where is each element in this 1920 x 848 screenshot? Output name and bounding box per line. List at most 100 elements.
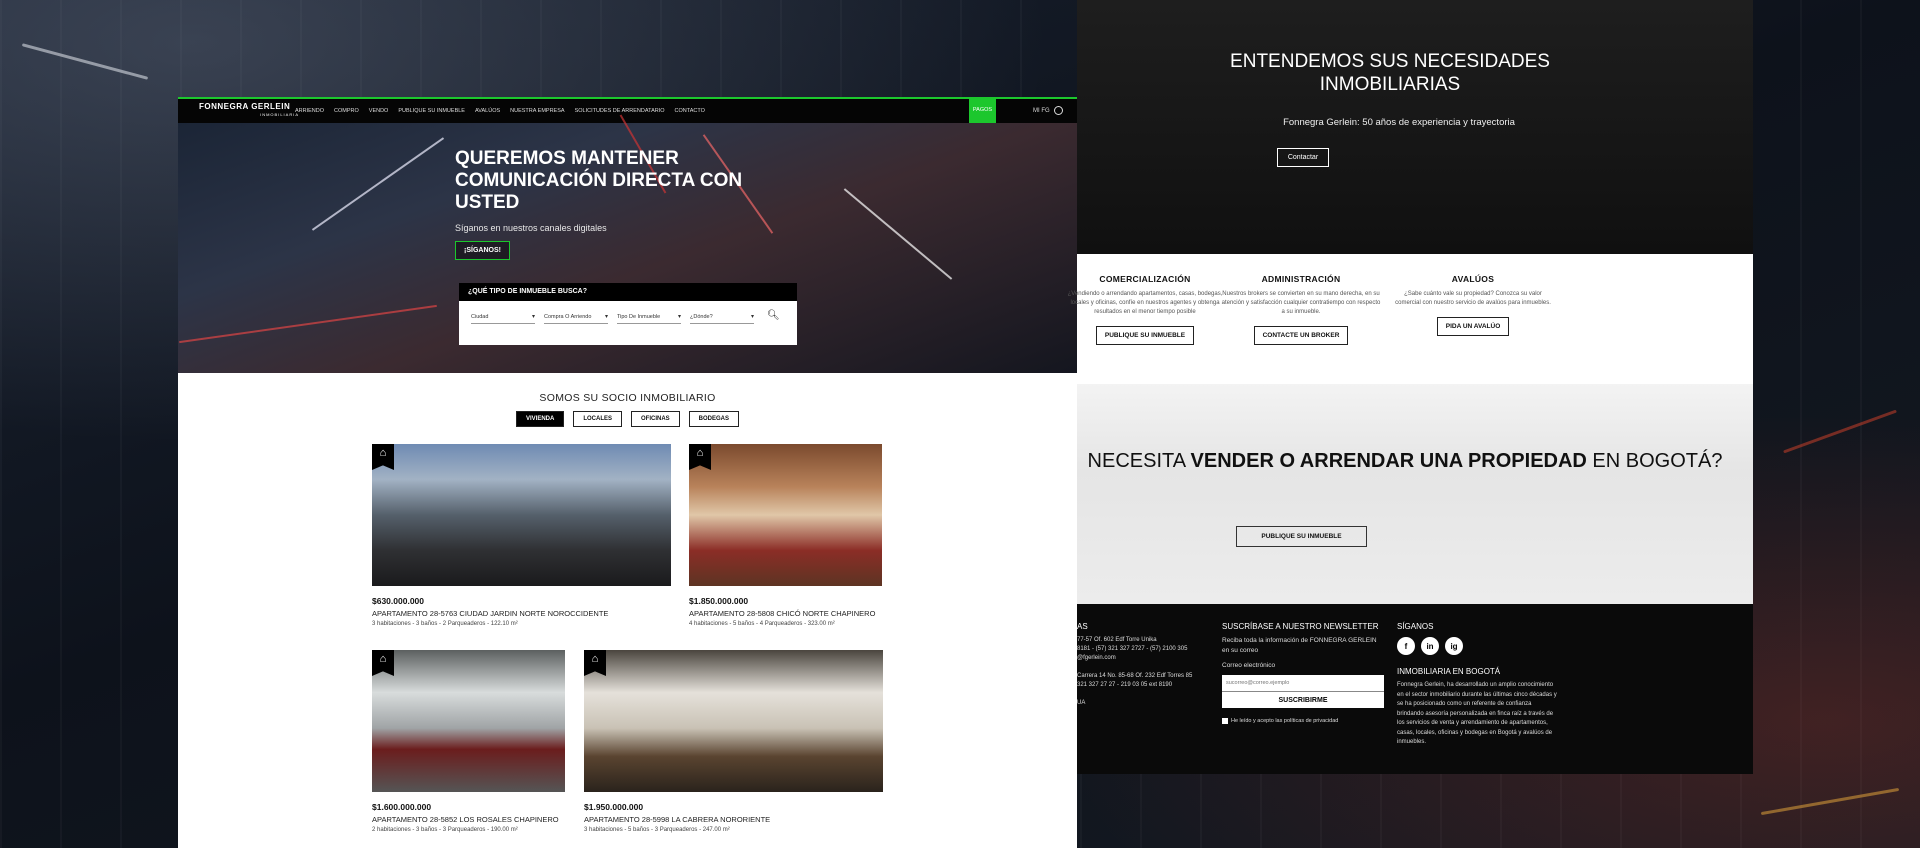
chevron-down-icon: ▾ — [531, 314, 535, 320]
listing-title[interactable]: APARTAMENTO 28-5808 CHICÓ NORTE CHAPINER… — [689, 609, 882, 618]
search-select[interactable]: ¿Dónde? ▾ — [690, 310, 754, 324]
contact-line: 321 327 27 27 - 219 03 05 ext 8190 — [1077, 682, 1173, 688]
listing-title[interactable]: APARTAMENTO 28-5763 CIUDAD JARDIN NORTE … — [372, 609, 671, 618]
nav-item[interactable]: PUBLIQUE SU INMUEBLE — [398, 108, 465, 114]
listing-card[interactable]: ⌂ $1.850.000.000 APARTAMENTO 28-5808 CHI… — [689, 444, 882, 627]
footer-contact: AS 77-57 Of. 602 Edf Torre Unika 8181 - (… — [1077, 622, 1207, 708]
nav-item[interactable]: AVALÚOS — [475, 108, 500, 114]
listing-details: 3 habitaciones - 3 baños - 2 Parqueadero… — [372, 621, 518, 627]
nav-item[interactable]: CONTACTO — [675, 108, 705, 114]
contact-line: UA — [1077, 700, 1086, 706]
home-icon: ⌂ — [372, 444, 394, 470]
listing-price: $630.000.000 — [372, 596, 424, 606]
contact-line — [1077, 663, 1207, 672]
listing-card[interactable]: ⌂ $630.000.000 APARTAMENTO 28-5763 CIUDA… — [372, 444, 671, 627]
contact-line — [1077, 690, 1207, 699]
intro-title: ENTENDEMOS SUS NECESIDADES INMOBILIARIAS — [1230, 51, 1550, 95]
request-appraisal-button[interactable]: PIDA UN AVALÚO — [1436, 317, 1510, 336]
footer-about: SÍGANOS f in ig INMOBILIARIA EN BOGOTÁ F… — [1397, 622, 1557, 748]
intro-subtitle: Fonnegra Gerlein: 50 años de experiencia… — [1283, 117, 1515, 128]
service-title: COMERCIALIZACIÓN — [1099, 274, 1191, 284]
nav-item[interactable]: NUESTRA EMPRESA — [510, 108, 564, 114]
listing-card[interactable]: ⌂ $1.950.000.000 APARTAMENTO 28-5998 LA … — [584, 650, 883, 833]
property-photo[interactable]: ⌂ — [372, 650, 565, 792]
services-section: COMERCIALIZACIÓN ¿Vendiendo o arrendando… — [1068, 254, 1753, 384]
listing-details: 3 habitaciones - 5 baños - 3 Parqueadero… — [584, 827, 730, 833]
listing-card[interactable]: ⌂ $1.600.000.000 APARTAMENTO 28-5852 LOS… — [372, 650, 565, 833]
chevron-down-icon: ▾ — [604, 314, 608, 320]
contact-line: 77-57 Of. 602 Edf Torre Unika — [1077, 637, 1157, 643]
category-tabs: VIVIENDA LOCALES OFICINAS BODEGAS — [178, 411, 1077, 427]
contact-line: @fgerlein.com — [1077, 655, 1116, 661]
account-menu[interactable]: MI FG — [1033, 106, 1063, 115]
newsletter-heading: SUSCRÍBASE A NUESTRO NEWSLETTER — [1222, 622, 1379, 631]
intro-section: ENTENDEMOS SUS NECESIDADES INMOBILIARIAS… — [1077, 0, 1753, 254]
sell-cta-section: NECESITA VENDER O ARRENDAR UNA PROPIEDAD… — [1077, 384, 1753, 604]
property-photo[interactable]: ⌂ — [689, 444, 882, 586]
property-photo[interactable]: ⌂ — [372, 444, 671, 586]
email-field[interactable] — [1222, 675, 1384, 691]
privacy-checkbox[interactable]: He leído y acepto las políticas de priva… — [1222, 718, 1384, 724]
search-icon[interactable]: 🔍︎ — [767, 310, 780, 324]
newsletter-text: Reciba toda la información de FONNEGRA G… — [1222, 637, 1377, 654]
select-value: Ciudad — [471, 313, 489, 320]
select-value: ¿Dónde? — [690, 313, 713, 320]
tab-locales[interactable]: LOCALES — [573, 411, 622, 427]
nav-item[interactable]: COMPRO — [334, 108, 359, 114]
listing-details: 2 habitaciones - 3 baños - 3 Parqueadero… — [372, 827, 518, 833]
publish-property-button[interactable]: PUBLIQUE SU INMUEBLE — [1236, 526, 1367, 547]
contact-broker-button[interactable]: CONTACTE UN BROKER — [1253, 326, 1349, 345]
hero-title: QUEREMOS MANTENER COMUNICACIÓN DIRECTA C… — [455, 148, 743, 213]
site-footer: AS 77-57 Of. 602 Edf Torre Unika 8181 - (… — [1077, 604, 1753, 774]
contact-line: Carrera 14 No. 85-68 Of. 232 Edf Torres … — [1077, 673, 1193, 679]
nav-item[interactable]: SOLICITUDES DE ARRENDATARIO — [575, 108, 665, 114]
listing-price: $1.600.000.000 — [372, 802, 432, 812]
service-description: ¿Sabe cuánto vale su propiedad? Conozca … — [1395, 291, 1551, 306]
listing-title[interactable]: APARTAMENTO 28-5998 LA CABRERA NORORIENT… — [584, 815, 883, 824]
newsletter-form: SUSCRÍBASE A NUESTRO NEWSLETTER Reciba t… — [1222, 622, 1384, 724]
chevron-down-icon: ▾ — [677, 314, 681, 320]
property-photo[interactable]: ⌂ — [584, 650, 883, 792]
follow-us-button[interactable]: ¡SÍGANOS! — [455, 241, 510, 260]
tab-bodegas[interactable]: BODEGAS — [688, 411, 740, 427]
brand-logo[interactable]: FONNEGRA GERLEIN INMOBILIARIA — [199, 103, 299, 119]
contact-line: 8181 - (57) 321 327 2727 - (57) 2100 305 — [1077, 646, 1188, 652]
search-select[interactable]: Compra O Arriendo ▾ — [544, 310, 608, 324]
follow-heading: SÍGANOS — [1397, 622, 1434, 631]
checkbox-icon[interactable] — [1222, 718, 1228, 724]
service-title: AVALÚOS — [1451, 274, 1495, 284]
service-appraisals: AVALÚOS ¿Sabe cuánto vale su propiedad? … — [1393, 274, 1553, 336]
select-value: Compra O Arriendo — [544, 313, 592, 320]
listing-details: 4 habitaciones - 5 baños - 4 Parqueadero… — [689, 621, 835, 627]
listing-title[interactable]: APARTAMENTO 28-5852 LOS ROSALES CHAPINER… — [372, 815, 565, 824]
service-commercialization: COMERCIALIZACIÓN ¿Vendiendo o arrendando… — [1065, 274, 1225, 345]
sell-cta-title: NECESITA VENDER O ARRENDAR UNA PROPIEDAD… — [1087, 450, 1723, 472]
section-title: SOMOS SU SOCIO INMOBILIARIO — [539, 392, 716, 404]
about-heading: INMOBILIARIA EN BOGOTÁ — [1397, 667, 1501, 676]
contact-button[interactable]: Contactar — [1277, 148, 1329, 167]
hero-banner: QUEREMOS MANTENER COMUNICACIÓN DIRECTA C… — [178, 114, 1077, 373]
listing-price: $1.850.000.000 — [689, 596, 749, 606]
pagos-button[interactable]: PAGOS — [969, 97, 996, 123]
tab-oficinas[interactable]: OFICINAS — [631, 411, 680, 427]
about-text: Fonnegra Gerlein, ha desarrollado un amp… — [1397, 682, 1557, 745]
nav-item[interactable]: ARRIENDO — [295, 108, 324, 114]
home-icon: ⌂ — [584, 650, 606, 676]
home-icon: ⌂ — [372, 650, 394, 676]
email-label: Correo electrónico — [1222, 662, 1276, 669]
hero-subtitle: Síganos en nuestros canales digitales — [455, 223, 607, 233]
linkedin-icon[interactable]: in — [1421, 637, 1439, 655]
top-navigation: FONNEGRA GERLEIN INMOBILIARIA ARRIENDO COM… — [178, 97, 1077, 123]
subscribe-button[interactable]: SUSCRIBIRME — [1222, 691, 1384, 708]
service-description: ¿Vendiendo o arrendando apartamentos, ca… — [1067, 291, 1223, 315]
instagram-icon[interactable]: ig — [1445, 637, 1463, 655]
facebook-icon[interactable]: f — [1397, 637, 1415, 655]
nav-item[interactable]: VENDO — [369, 108, 389, 114]
publish-property-button[interactable]: PUBLIQUE SU INMUEBLE — [1095, 326, 1195, 345]
search-select[interactable]: Tipo De Inmueble ▾ — [617, 310, 681, 324]
tab-vivienda[interactable]: VIVIENDA — [515, 411, 565, 427]
chevron-down-icon: ▾ — [750, 314, 754, 320]
search-select[interactable]: Ciudad ▾ — [471, 310, 535, 324]
property-search: ¿QUÉ TIPO DE INMUEBLE BUSCA? Ciudad ▾ Comp… — [459, 283, 797, 345]
footer-heading: AS — [1077, 622, 1088, 631]
